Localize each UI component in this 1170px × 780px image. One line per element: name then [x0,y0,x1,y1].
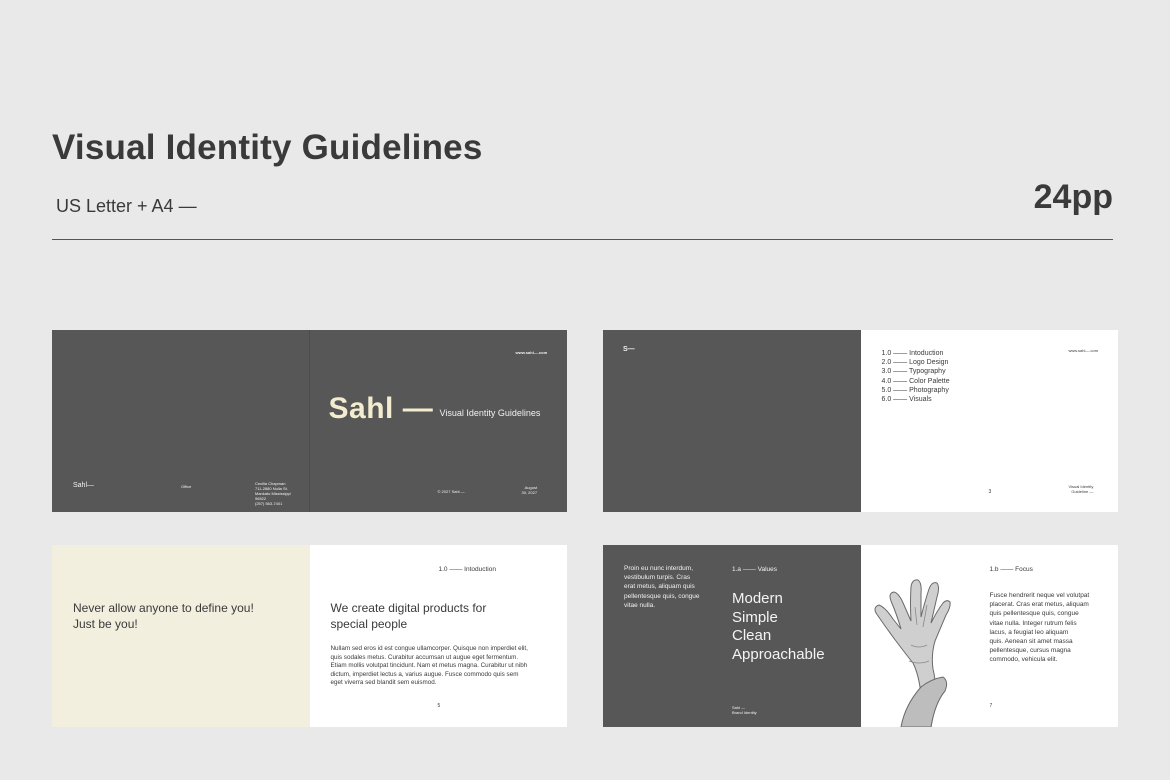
page-count: 24pp [1033,178,1113,216]
contents-left-page: S— [603,330,861,512]
value-item: Clean [732,627,772,644]
table-of-contents: 1.0 —— Intoduction 2.0 —— Logo Design 3.… [882,349,950,404]
office-label: Office [181,484,192,489]
values-footer: Sahl — Brand Identity [732,705,757,715]
contents-url: www.sahl—.com [1068,348,1099,353]
page-title: Visual Identity Guidelines [52,128,483,167]
focus-section-label: 1.b —— Focus [989,566,1033,573]
values-section-label: 1.a —— Values [732,566,778,573]
page-number: 5 [437,703,441,709]
page-number: 7 [989,703,993,709]
spread-introduction: Never allow anyone to define you! Just b… [52,545,567,727]
value-item: Modern [732,590,783,607]
spread-cover: Sahl— Office Cecilia Chapman 711-2880 Nu… [52,330,567,512]
spread-contents: S— www.sahl—.com 1.0 —— Intoduction 2.0 … [603,330,1118,512]
value-item: Approachable [732,645,825,663]
toc-item[interactable]: 2.0 —— Logo Design [882,358,950,367]
toc-item[interactable]: 6.0 —— Visuals [882,395,950,404]
contents-logo: S— [623,346,635,353]
format-label: US Letter + A4 — [56,196,197,216]
toc-item[interactable]: 4.0 —— Color Palette [882,377,950,386]
values-intro: Proin eu nunc interdum, vestibulum turpi… [624,565,700,609]
cover-subtitle: Visual Identity Guidelines [439,408,541,418]
cover-date: August 30, 2027 [521,485,538,495]
cover-logo: Sahl— [73,482,95,489]
quote-page: Never allow anyone to define you! Just b… [52,545,310,727]
values-list: Modern Simple Clean Approachable [732,590,825,664]
spread-values: Proin eu nunc interdum, vestibulum turpi… [603,545,1118,727]
contents-right-page: www.sahl—.com 1.0 —— Intoduction 2.0 —— … [860,330,1118,512]
value-item: Simple [732,608,778,626]
cover-url: www.sahl—.com [515,350,548,355]
intro-body: Nullam sed eros id est congue ullamcorpe… [330,645,528,687]
intro-page: 1.0 —— Intoduction We create digital pro… [309,545,567,727]
focus-body: Fusce hendrerit neque vel volutpat place… [989,592,1090,664]
values-page: Proin eu nunc interdum, vestibulum turpi… [603,545,861,727]
toc-item[interactable]: 3.0 —— Typography [882,367,950,376]
cover-copyright: © 2027 Sahl — [437,489,465,494]
toc-item[interactable]: 5.0 —— Photography [882,386,950,395]
contents-footer: Visual Identity Guideline — [1068,484,1094,494]
cover-brand: Sahl — [328,392,434,425]
quote-text: Never allow anyone to define you! Just b… [73,601,254,631]
intro-heading: We create digital products for special p… [330,601,487,631]
page-number: 3 [988,489,992,495]
cover-back-page: Sahl— Office Cecilia Chapman 711-2880 Nu… [52,330,310,512]
toc-item[interactable]: 1.0 —— Intoduction [882,349,950,358]
office-address: Cecilia Chapman 711-2880 Nulla St. Manka… [255,481,291,506]
hand-photo [860,545,971,727]
header-divider [52,239,1113,240]
section-label: 1.0 —— Intoduction [438,566,496,573]
cover-front-page: www.sahl—.com Sahl — Visual Identity Gui… [309,330,567,512]
focus-page: 1.b —— Focus Fusce hendrerit neque vel v… [860,545,1118,727]
